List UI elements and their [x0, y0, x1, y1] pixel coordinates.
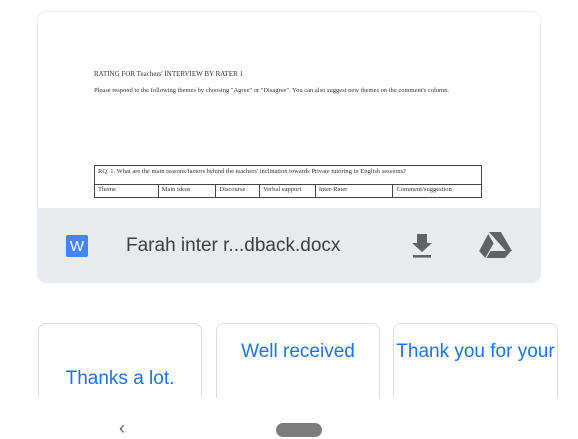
system-navigation-bar: ‹ — [0, 398, 578, 439]
doc-table-col: Theme — [95, 185, 159, 197]
home-pill[interactable] — [276, 423, 322, 437]
doc-table-header: Theme Main ideas Discourse Verbal suppor… — [95, 185, 481, 197]
doc-table: RQ. 1. What are the main reasons/factors… — [94, 165, 482, 198]
doc-table-col: Verbal support — [260, 185, 316, 197]
download-icon — [412, 234, 432, 258]
doc-table-col: Comment/suggestion — [396, 186, 452, 193]
doc-table-col: Inter-Rater — [316, 185, 394, 197]
download-button[interactable] — [407, 230, 437, 260]
doc-title: RATING FOR Teachers' INTERVIEW BY RATER … — [94, 70, 244, 78]
attachment-file-name[interactable]: Farah inter r...dback.docx — [126, 235, 340, 257]
word-doc-icon: W — [66, 235, 88, 257]
doc-table-col: Main ideas — [159, 185, 217, 197]
google-drive-icon — [479, 232, 512, 258]
attachment-file-bar[interactable]: W Farah inter r...dback.docx — [38, 208, 540, 282]
doc-table-question: RQ. 1. What are the main reasons/factors… — [95, 166, 481, 185]
save-to-drive-button[interactable] — [477, 230, 513, 260]
doc-table-col: Discourse — [216, 185, 261, 197]
back-chevron-icon[interactable]: ‹ — [114, 418, 130, 438]
document-preview[interactable]: RATING FOR Teachers' INTERVIEW BY RATER … — [38, 12, 540, 208]
doc-instructions: Please respond to the following themes b… — [94, 87, 449, 94]
attachment-card[interactable]: RATING FOR Teachers' INTERVIEW BY RATER … — [38, 12, 540, 282]
